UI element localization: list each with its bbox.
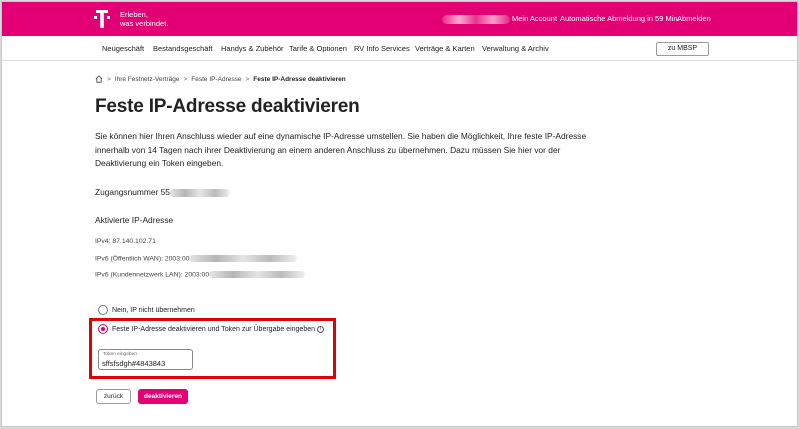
access-number-label: Zugangsnummer	[95, 187, 159, 197]
breadcrumb-separator: >	[183, 75, 188, 83]
telekom-t-logo[interactable]	[94, 10, 110, 28]
page-title: Feste IP-Adresse deaktivieren	[95, 96, 360, 117]
breadcrumb-feste-ip-adresse[interactable]: Feste IP-Adresse	[191, 76, 241, 83]
nav-item-rv-info-services[interactable]: RV Info Services	[354, 44, 410, 53]
nav-item-neugeschaeft[interactable]: Neugeschäft	[102, 44, 144, 53]
breadcrumb-separator: >	[245, 75, 250, 83]
claim-line-1: Erleben,	[120, 10, 148, 19]
radio-no-transfer[interactable]	[98, 305, 108, 315]
nav-item-handys-zubehoer[interactable]: Handys & Zubehör	[221, 44, 284, 53]
main-navigation: Neugeschäft Bestandsgeschäft Handys & Zu…	[2, 36, 797, 61]
ipv4-text: IPv4: 87.140.102.71	[95, 238, 156, 245]
highlight-box	[89, 318, 336, 379]
nav-item-tarife-optionen[interactable]: Tarife & Optionen	[289, 44, 347, 53]
redacted-access-number	[169, 188, 230, 197]
redacted-ipv6-lan	[209, 271, 306, 278]
top-bar: Erleben, was verbindet. Mein Account Aut…	[2, 2, 797, 36]
nav-item-vertraege-karten[interactable]: Verträge & Karten	[415, 44, 475, 53]
browser-page: Erleben, was verbindet. Mein Account Aut…	[1, 1, 798, 427]
auto-logout-timer: Automatische Abmeldung in 59 Min.	[560, 14, 680, 23]
my-account-link[interactable]: Mein Account	[512, 14, 557, 24]
nav-item-bestandsgeschaeft[interactable]: Bestandsgeschäft	[153, 44, 213, 53]
ipv6-wan-text: IPv6 (Öffentlich WAN): 2003:00	[95, 255, 190, 263]
redacted-user-name	[442, 15, 510, 24]
deactivate-button[interactable]: deaktivieren	[138, 389, 188, 404]
access-number: Zugangsnummer 55	[95, 187, 230, 197]
breadcrumb: > Ihre Festnetz-Verträge > Feste IP-Adre…	[95, 75, 346, 83]
access-number-value: 55	[160, 187, 170, 197]
breadcrumb-separator: >	[107, 75, 111, 83]
intro-text: Sie können hier Ihren Anschluss wieder a…	[95, 131, 587, 168]
breadcrumb-festnetz-vertraege[interactable]: Ihre Festnetz-Verträge	[115, 76, 180, 83]
redacted-ipv6-wan	[189, 255, 298, 262]
breadcrumb-current: Feste IP-Adresse deaktivieren	[253, 75, 346, 83]
home-icon[interactable]	[95, 75, 103, 83]
ipv6-lan-text: IPv6 (Kundennetzwerk LAN): 2003:00	[95, 271, 210, 279]
option-no-transfer-label: Nein, IP nicht übernehmen	[112, 306, 195, 314]
ipv6-wan-address: IPv6 (Öffentlich WAN): 2003:00	[95, 255, 298, 263]
back-button[interactable]: zurück	[96, 389, 131, 404]
logout-link[interactable]: Abmelden	[677, 14, 711, 24]
active-ip-heading: Aktivierte IP-Adresse	[95, 215, 174, 225]
nav-item-verwaltung-archiv[interactable]: Verwaltung & Archiv	[482, 44, 549, 53]
option-no-transfer[interactable]: Nein, IP nicht übernehmen	[98, 305, 195, 315]
claim-line-2: was verbindet.	[120, 19, 169, 28]
brand-claim: Erleben, was verbindet.	[120, 10, 168, 28]
mbsp-button[interactable]: zu MBSP	[656, 42, 709, 56]
ipv6-lan-address: IPv6 (Kundennetzwerk LAN): 2003:00	[95, 271, 306, 279]
ipv4-address: IPv4: 87.140.102.71	[95, 238, 156, 245]
